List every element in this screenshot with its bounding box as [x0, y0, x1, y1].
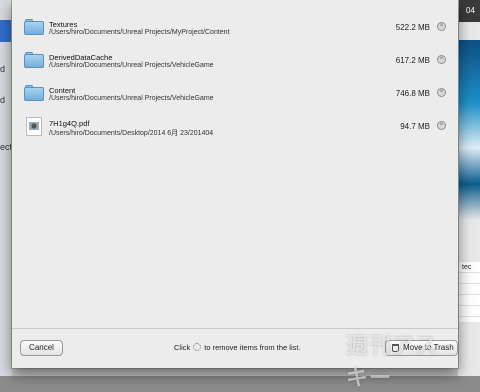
background-table: tec — [458, 262, 480, 322]
large-files-sheet: Textures /Users/hiro/Documents/Unreal Pr… — [12, 0, 458, 391]
remove-icon[interactable]: × — [437, 88, 446, 97]
folder-icon — [24, 19, 44, 35]
remove-icon[interactable]: × — [437, 55, 446, 64]
background-selection-bar — [0, 20, 12, 42]
item-path: /Users/hiro/Documents/Unreal Projects/Ve… — [49, 62, 214, 69]
list-item[interactable]: Textures /Users/hiro/Documents/Unreal Pr… — [12, 12, 458, 45]
item-name: DerivedDataCache — [49, 53, 113, 62]
list-item[interactable]: DerivedDataCache /Users/hiro/Documents/U… — [12, 45, 458, 78]
file-list: Textures /Users/hiro/Documents/Unreal Pr… — [12, 12, 458, 144]
background-text: tec — [462, 264, 472, 271]
list-item[interactable]: Content /Users/hiro/Documents/Unreal Pro… — [12, 78, 458, 111]
watermark: 週刊アスキー — [346, 334, 439, 391]
remove-icon[interactable]: × — [437, 121, 446, 130]
item-name: Textures — [49, 20, 78, 29]
list-item[interactable]: 7H1g4Q.pdf /Users/hiro/Documents/Desktop… — [12, 111, 458, 144]
pdf-file-icon — [24, 117, 44, 136]
background-text: d — [0, 95, 6, 105]
hint-text-after: to remove items from the list. — [204, 343, 301, 352]
hint-text-before: Click — [174, 343, 191, 352]
item-path: /Users/hiro/Documents/Unreal Projects/Ve… — [49, 95, 214, 102]
background-text: d — [0, 64, 6, 74]
item-path: /Users/hiro/Documents/Unreal Projects/My… — [49, 29, 230, 36]
background-artwork — [458, 40, 480, 220]
remove-icon[interactable]: × — [437, 22, 446, 31]
item-size: 617.2 MB — [395, 56, 430, 65]
item-path: /Users/hiro/Documents/Desktop/2014 6月 23… — [49, 130, 214, 137]
item-name: Content — [49, 86, 76, 95]
item-size: 94.7 MB — [400, 122, 430, 131]
item-size: 522.2 MB — [395, 23, 430, 32]
folder-icon — [24, 85, 44, 101]
background-text: ect — [0, 142, 13, 152]
hint-text: Click to remove items from the list. — [174, 343, 301, 352]
item-size: 746.8 MB — [395, 89, 430, 98]
remove-indicator-icon — [193, 343, 202, 351]
item-name: 7H1g4Q.pdf — [49, 119, 90, 128]
background-text: 04 — [458, 0, 480, 22]
folder-icon — [24, 52, 44, 68]
background-window-right: 04 tec — [458, 0, 480, 376]
background-window-left: d d ect — [0, 0, 12, 376]
cancel-button[interactable]: Cancel — [20, 340, 63, 356]
